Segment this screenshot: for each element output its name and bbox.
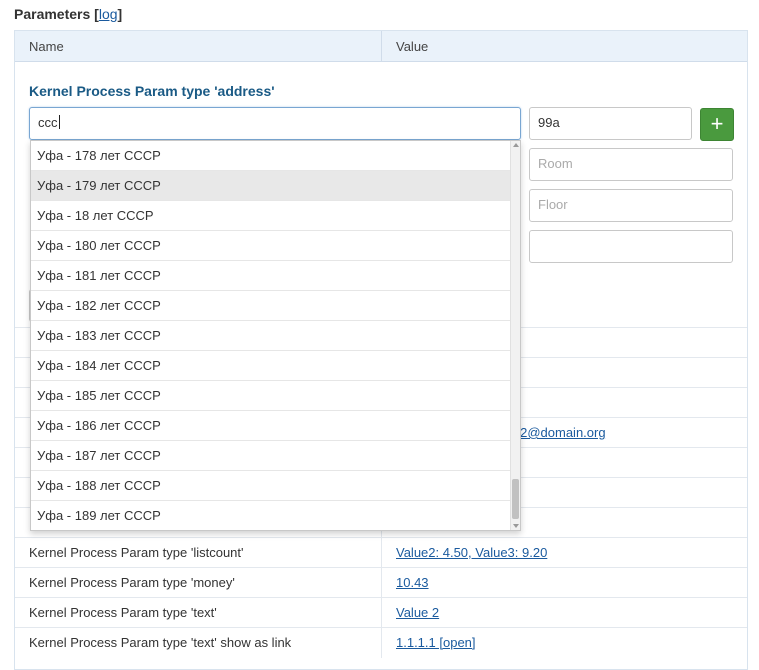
room-placeholder: Room	[538, 156, 573, 171]
param-name: Kernel Process Param type 'text'	[29, 605, 217, 620]
extra-input[interactable]	[529, 230, 733, 263]
autocomplete-item[interactable]: Уфа - 180 лет СССР	[31, 231, 512, 261]
autocomplete-item[interactable]: Уфа - 183 лет СССР	[31, 321, 512, 351]
row-divider	[381, 568, 382, 598]
parameters-heading: Parameters [log]	[14, 6, 123, 22]
autocomplete-item[interactable]: Уфа - 179 лет СССР	[31, 171, 512, 201]
row-divider	[381, 628, 382, 658]
autocomplete-item[interactable]: Уфа - 181 лет СССР	[31, 261, 512, 291]
street-input[interactable]: ccc	[29, 107, 521, 140]
parameters-title: Parameters	[14, 6, 91, 22]
floor-placeholder: Floor	[538, 197, 568, 212]
table-row: Kernel Process Param type 'text' Value 2	[15, 597, 747, 628]
text-caret	[58, 115, 60, 129]
row-divider	[381, 598, 382, 628]
table-header: Name Value	[15, 31, 747, 62]
house-input-value: 99a	[538, 115, 560, 130]
add-button[interactable]: +	[700, 108, 734, 141]
autocomplete-item[interactable]: Уфа - 178 лет СССР	[31, 141, 512, 171]
room-input[interactable]: Room	[529, 148, 733, 181]
scroll-up-icon[interactable]	[513, 143, 519, 147]
param-value-link[interactable]: 1.1.1.1 [open]	[396, 635, 476, 650]
table-row: Kernel Process Param type 'money' 10.43	[15, 567, 747, 598]
scroll-down-icon[interactable]	[513, 524, 519, 528]
row-divider	[381, 538, 382, 568]
param-name: Kernel Process Param type 'money'	[29, 575, 235, 590]
param-value-link[interactable]: Value 2	[396, 605, 439, 620]
scroll-thumb[interactable]	[512, 479, 519, 519]
table-row: Kernel Process Param type 'text' show as…	[15, 627, 747, 658]
param-name: Kernel Process Param type 'text' show as…	[29, 635, 292, 650]
header-divider	[381, 31, 382, 61]
param-value-link[interactable]: 10.43	[396, 575, 429, 590]
plus-icon: +	[710, 111, 724, 136]
autocomplete-item[interactable]: Уфа - 189 лет СССР	[31, 501, 512, 530]
floor-input[interactable]: Floor	[529, 189, 733, 222]
autocomplete-item[interactable]: Уфа - 182 лет СССР	[31, 291, 512, 321]
column-header-value: Value	[396, 39, 429, 54]
street-input-value: ccc	[38, 115, 58, 130]
autocomplete-item[interactable]: Уфа - 184 лет СССР	[31, 351, 512, 381]
house-input[interactable]: 99a	[529, 107, 692, 140]
autocomplete-item[interactable]: Уфа - 186 лет СССР	[31, 411, 512, 441]
autocomplete-dropdown: Уфа - 178 лет СССР Уфа - 179 лет СССР Уфа …	[30, 140, 521, 531]
autocomplete-item[interactable]: Уфа - 185 лет СССР	[31, 381, 512, 411]
log-link[interactable]: log	[99, 6, 118, 22]
param-value-link[interactable]: Value2: 4.50, Value3: 9.20	[396, 545, 547, 560]
autocomplete-item[interactable]: Уфа - 188 лет СССР	[31, 471, 512, 501]
dropdown-scrollbar[interactable]	[510, 141, 520, 530]
column-header-name: Name	[29, 39, 64, 54]
autocomplete-item[interactable]: Уфа - 187 лет СССР	[31, 441, 512, 471]
editor-title: Kernel Process Param type 'address'	[29, 83, 275, 99]
autocomplete-item[interactable]: Уфа - 18 лет СССР	[31, 201, 512, 231]
param-name: Kernel Process Param type 'listcount'	[29, 545, 244, 560]
table-row: Kernel Process Param type 'listcount' Val…	[15, 537, 747, 568]
